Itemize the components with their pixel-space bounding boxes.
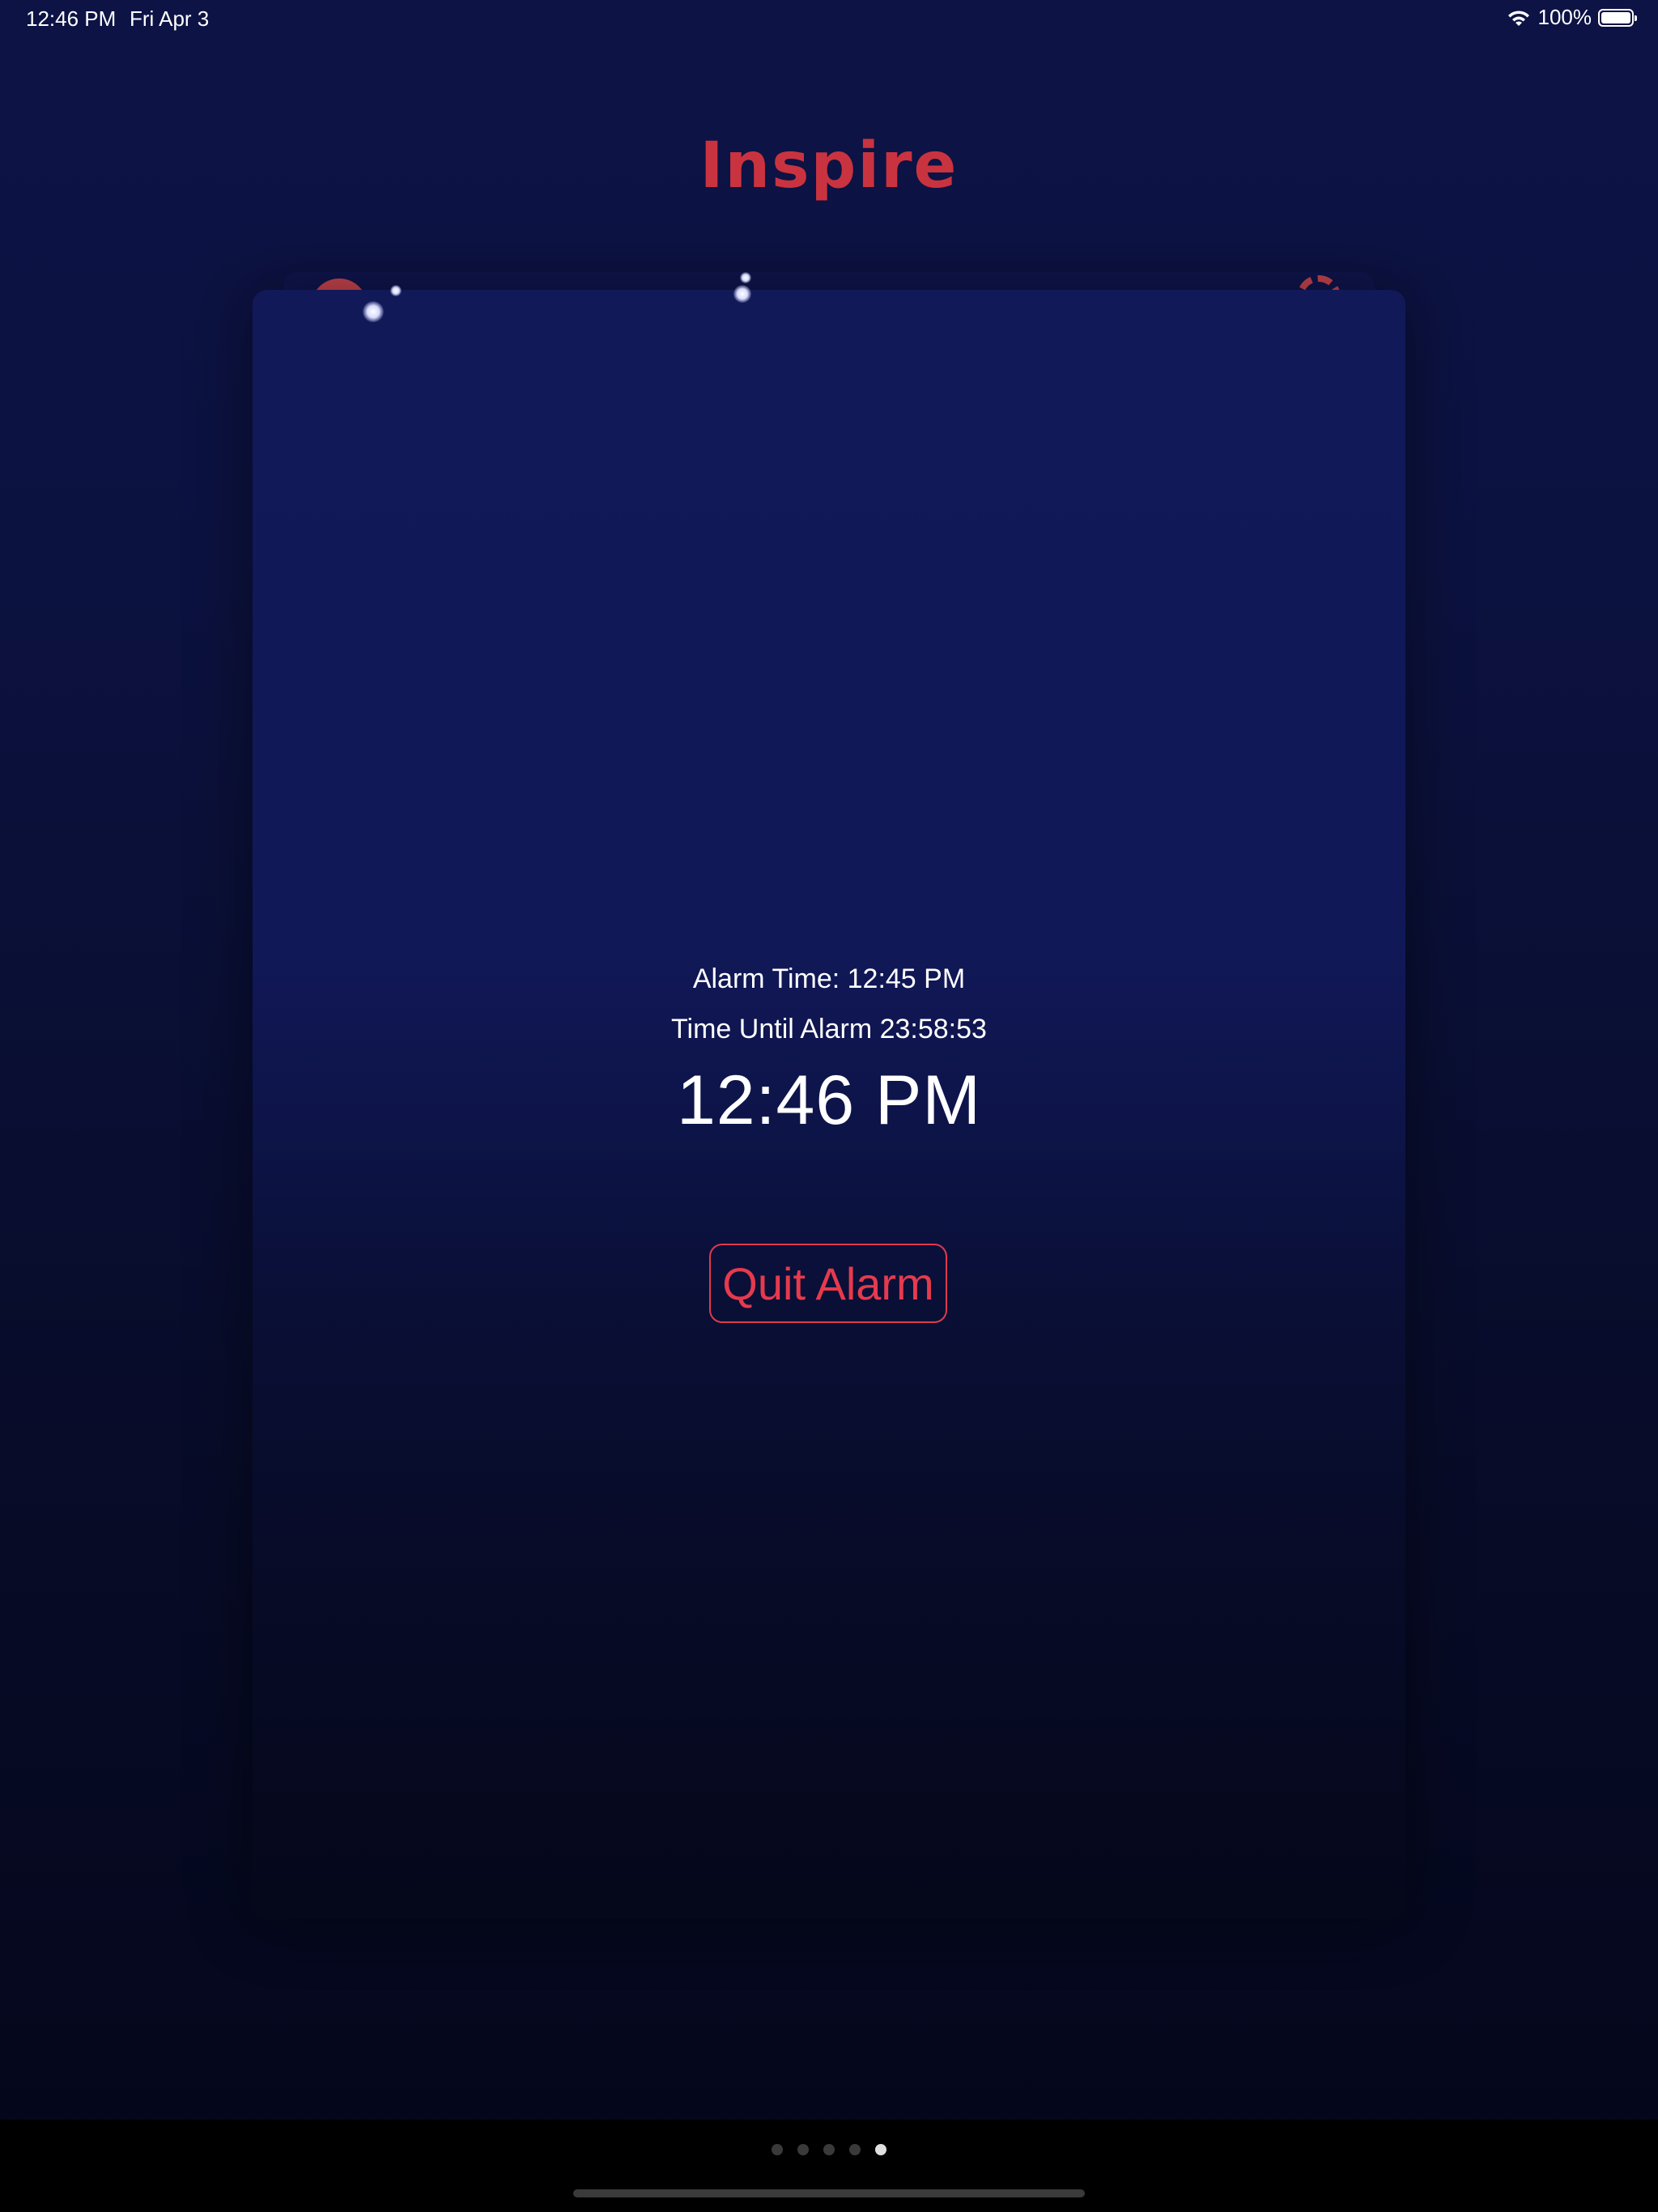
current-time-display: 12:46 PM bbox=[676, 1061, 982, 1139]
status-time: 12:46 PM bbox=[26, 6, 117, 31]
page-dot[interactable] bbox=[797, 2144, 809, 2155]
bottom-bar bbox=[0, 2120, 1658, 2212]
battery-percent: 100% bbox=[1537, 5, 1592, 29]
quit-alarm-button[interactable]: Quit Alarm bbox=[709, 1244, 947, 1323]
page-dot[interactable] bbox=[823, 2144, 835, 2155]
sparkle-icon bbox=[363, 301, 384, 322]
status-bar: 12:46 PM Fri Apr 3 100% bbox=[0, 0, 1658, 39]
alarm-screen: 12:46 PM Fri Apr 3 100% Inspire Alarm Ti… bbox=[0, 0, 1658, 2212]
home-indicator[interactable] bbox=[573, 2189, 1085, 2197]
page-dot[interactable] bbox=[772, 2144, 783, 2155]
app-title: Inspire bbox=[699, 130, 959, 202]
battery-fill bbox=[1601, 11, 1630, 23]
sparkle-icon bbox=[733, 285, 751, 303]
wifi-icon bbox=[1507, 10, 1529, 26]
page-dot-active[interactable] bbox=[875, 2144, 886, 2155]
sparkle-icon bbox=[740, 272, 751, 283]
time-until-alarm-label: Time Until Alarm 23:58:53 bbox=[671, 1014, 987, 1044]
page-dot[interactable] bbox=[849, 2144, 861, 2155]
battery-icon bbox=[1598, 8, 1637, 27]
alarm-time-label: Alarm Time: 12:45 PM bbox=[692, 963, 966, 994]
page-indicator[interactable] bbox=[0, 2144, 1658, 2155]
status-date: Fri Apr 3 bbox=[130, 6, 210, 31]
status-indicators: 100% bbox=[1506, 5, 1637, 30]
sparkle-icon bbox=[390, 285, 402, 296]
